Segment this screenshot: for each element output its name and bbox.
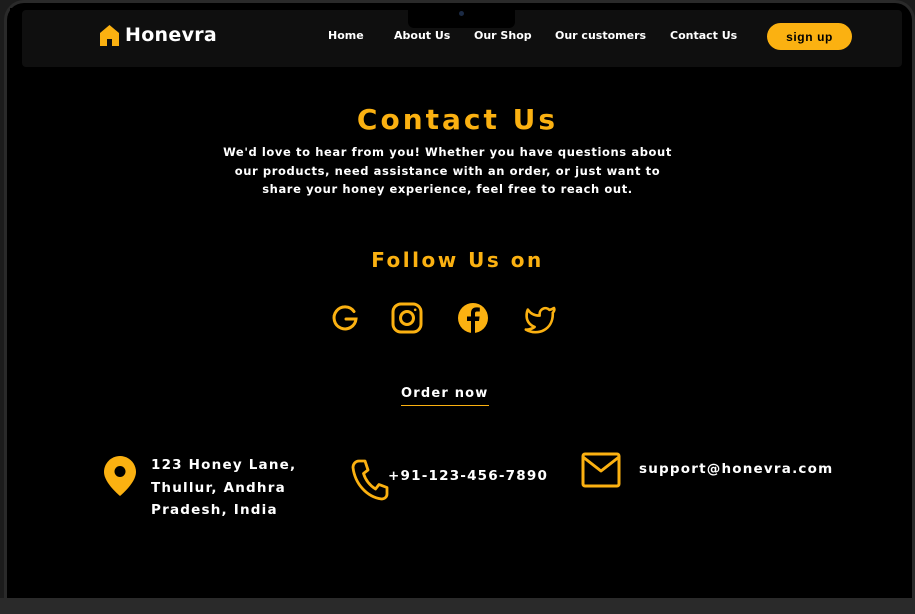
website-screen: Honevra Home About Us Our Shop Our custo… (10, 8, 905, 594)
nav-link-our-shop[interactable]: Our Shop (474, 29, 532, 42)
facebook-icon[interactable] (456, 301, 490, 335)
sign-up-button[interactable]: sign up (767, 23, 852, 50)
order-now-link[interactable]: Order now (401, 386, 489, 406)
email-address[interactable]: support@honevra.com (639, 461, 833, 477)
phone-icon[interactable] (350, 458, 390, 502)
camera-dot (459, 11, 464, 16)
google-icon[interactable] (328, 301, 362, 335)
nav-link-about-us[interactable]: About Us (394, 29, 450, 42)
nav-link-contact-us[interactable]: Contact Us (670, 29, 737, 42)
nav-link-our-customers[interactable]: Our customers (555, 29, 646, 42)
nav-link-home[interactable]: Home (328, 29, 364, 42)
address-text: 123 Honey Lane, Thullur, Andhra Pradesh,… (151, 457, 297, 518)
location-pin-icon (104, 456, 136, 496)
contact-intro: We'd love to hear from you! Whether you … (223, 145, 672, 196)
laptop-base (0, 598, 915, 614)
brand-name: Honevra (125, 24, 218, 46)
contact-title: Contact Us (356, 103, 559, 136)
brand-logo[interactable]: Honevra (100, 24, 217, 46)
house-icon (100, 24, 119, 46)
phone-number[interactable]: +91-123-456-7890 (388, 468, 548, 484)
twitter-icon[interactable] (523, 301, 557, 335)
mail-icon[interactable] (581, 450, 621, 490)
follow-title: Follow Us on (371, 248, 544, 272)
instagram-icon[interactable] (390, 301, 424, 335)
